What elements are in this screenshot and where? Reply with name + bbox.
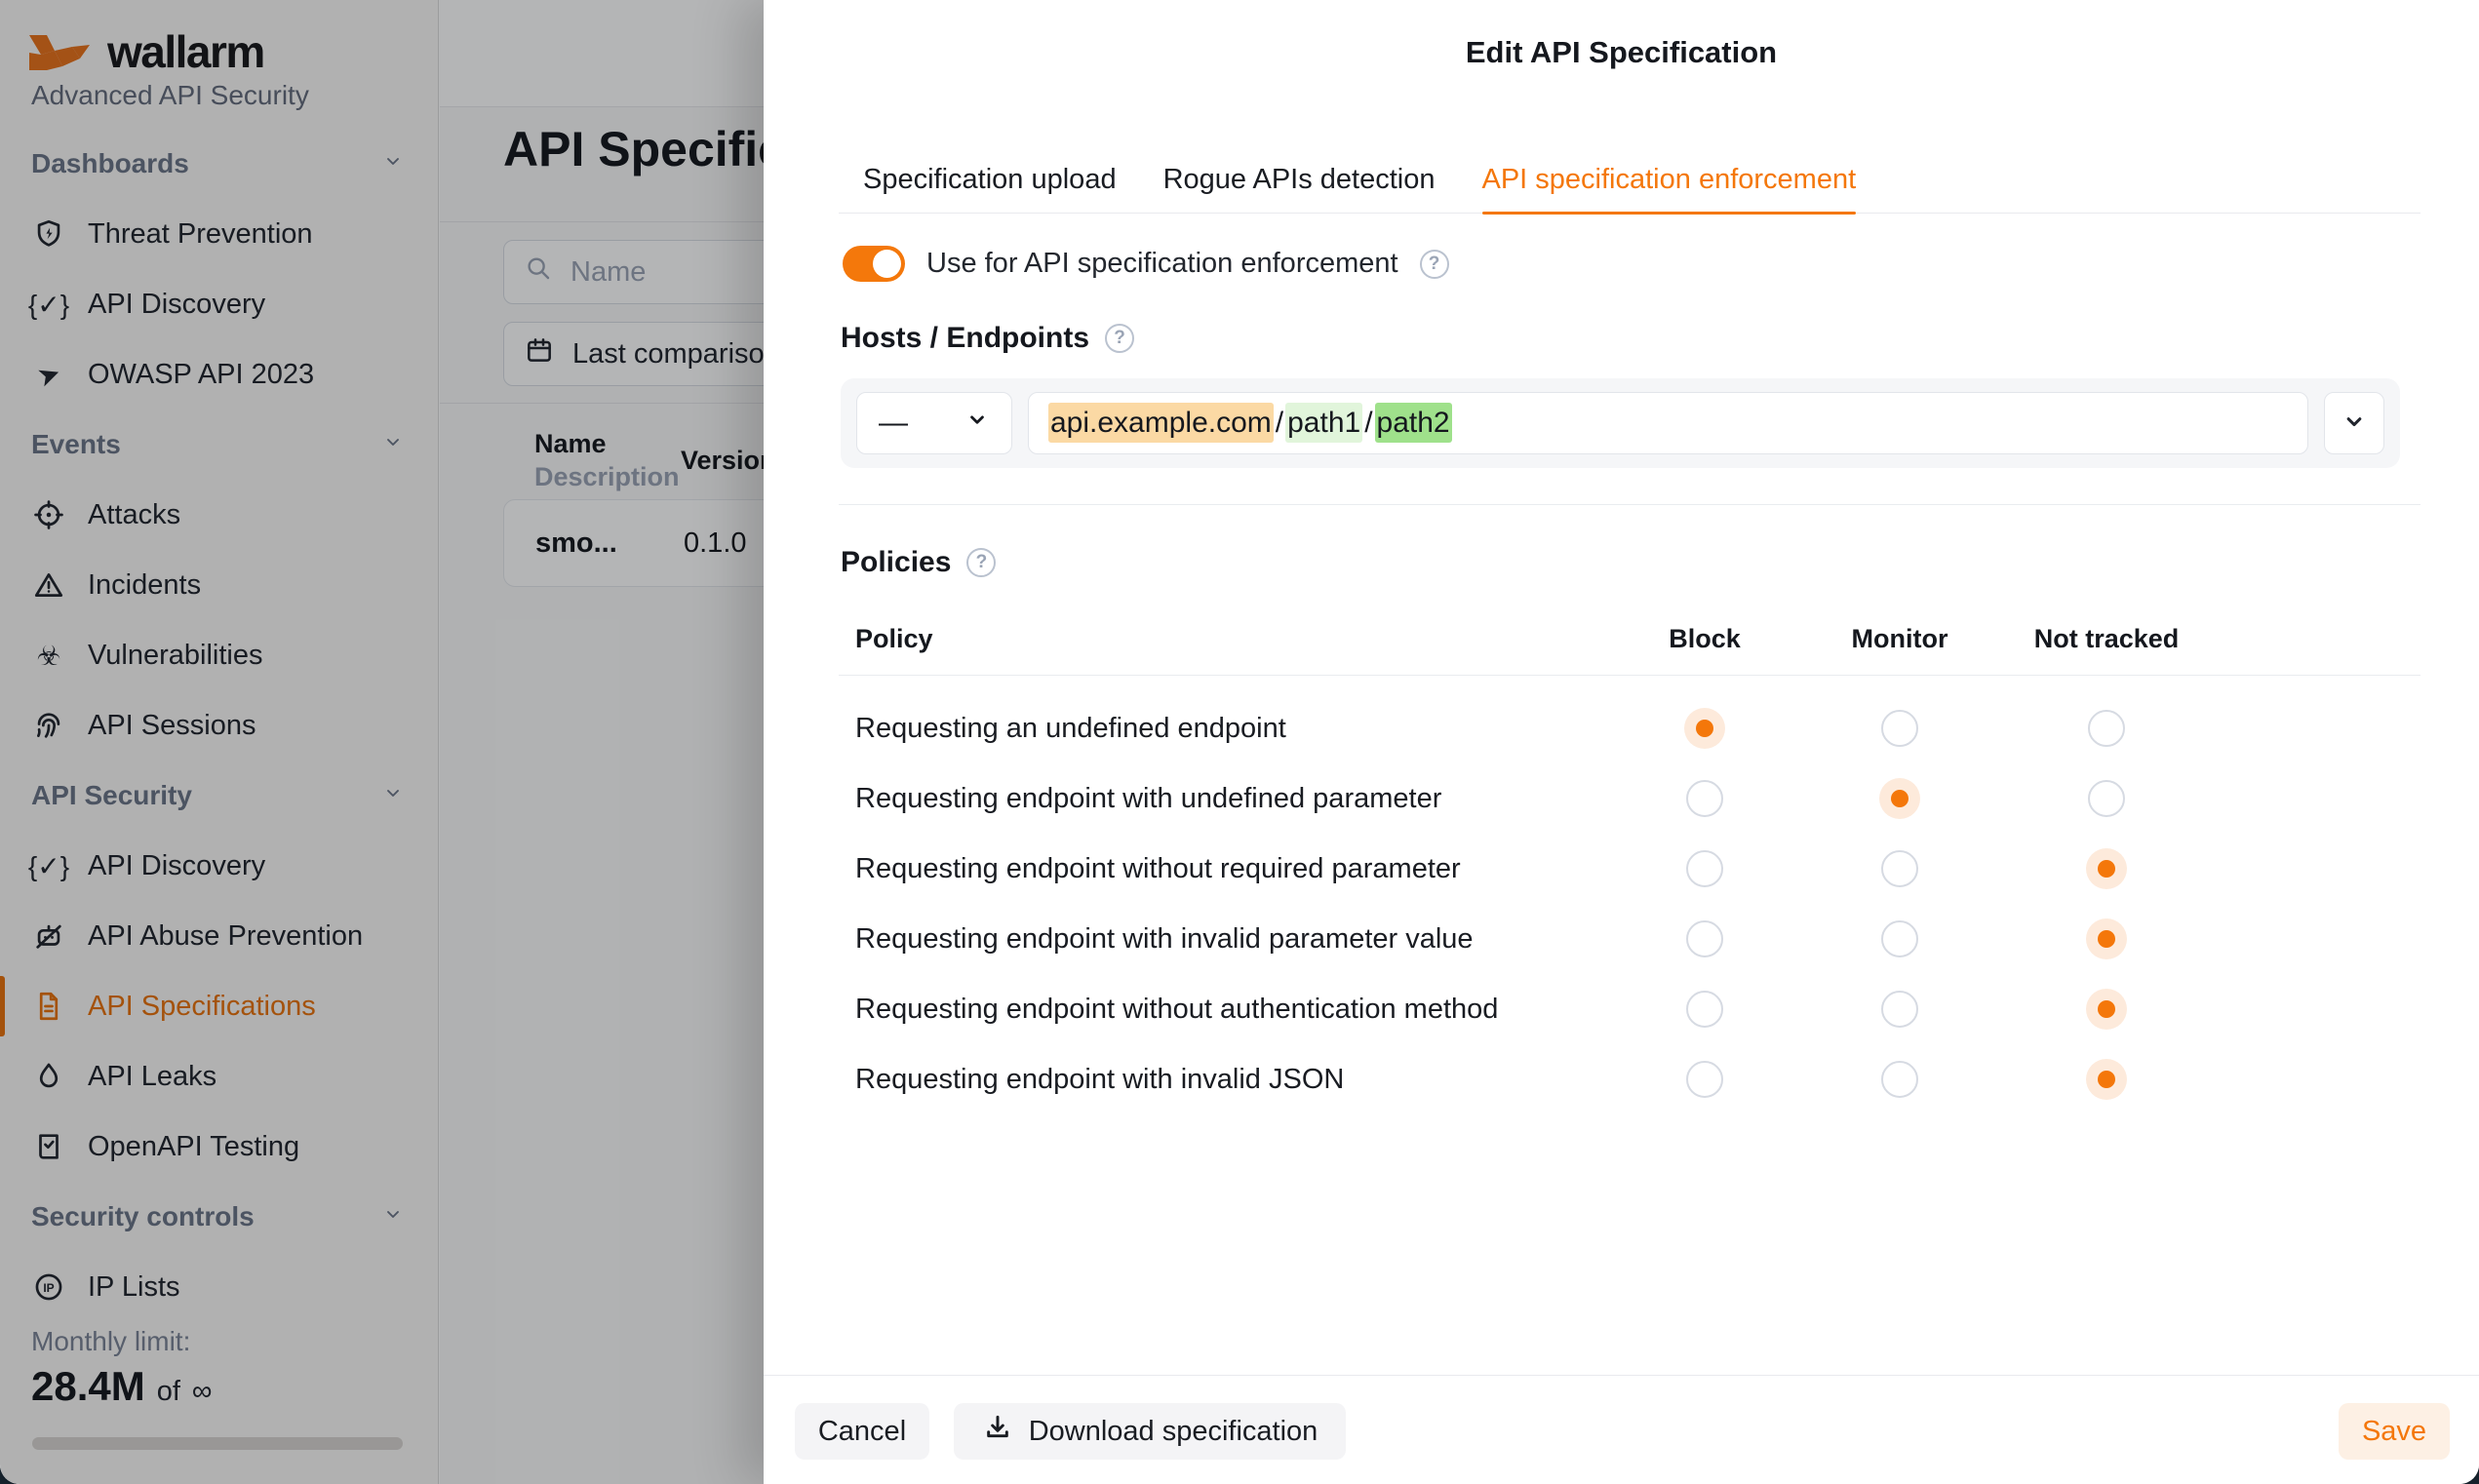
- policy-row: Requesting endpoint with invalid paramet…: [841, 904, 2420, 974]
- expand-endpoint-button[interactable]: [2324, 392, 2384, 454]
- tab-specification-upload[interactable]: Specification upload: [863, 158, 1117, 213]
- policies-heading: Policies ?: [841, 546, 996, 579]
- enforcement-toggle-row: Use for API specification enforcement ?: [843, 246, 1449, 282]
- radio-block[interactable]: [1670, 1044, 1740, 1114]
- policy-row: Requesting an undefined endpoint: [841, 693, 2420, 763]
- help-icon[interactable]: ?: [966, 548, 996, 577]
- modal-footer: Cancel Download specification Save: [764, 1375, 2479, 1484]
- policy-row: Requesting endpoint without required par…: [841, 834, 2420, 904]
- radio-not-tracked[interactable]: [2071, 834, 2142, 904]
- radio-block[interactable]: [1670, 904, 1740, 974]
- download-specification-button[interactable]: Download specification: [954, 1403, 1346, 1460]
- enforcement-toggle-label: Use for API specification enforcement: [926, 248, 1398, 280]
- help-icon[interactable]: ?: [1105, 324, 1134, 353]
- modal-backdrop[interactable]: [0, 0, 764, 1484]
- host-segment: path2: [1375, 403, 1452, 443]
- not-tracked-column-header: Not tracked: [2034, 624, 2180, 654]
- edit-api-specification-modal: Edit API Specification Specification upl…: [764, 0, 2479, 1484]
- download-icon: [982, 1412, 1013, 1451]
- radio-not-tracked[interactable]: [2071, 693, 2142, 763]
- tab-api-specification-enforcement[interactable]: API specification enforcement: [1482, 158, 1857, 213]
- radio-block[interactable]: [1670, 974, 1740, 1044]
- host-input-value: api.example.com/path1/path2: [1048, 407, 1452, 440]
- cancel-button[interactable]: Cancel: [795, 1403, 929, 1460]
- section-divider: [839, 504, 2420, 505]
- chevron-down-icon: [2341, 408, 2368, 440]
- modal-title: Edit API Specification: [764, 35, 2479, 70]
- block-column-header: Block: [1669, 624, 1741, 654]
- hosts-endpoints-heading: Hosts / Endpoints ?: [841, 322, 1134, 355]
- monitor-column-header: Monitor: [1852, 624, 1948, 654]
- host-endpoint-input[interactable]: api.example.com/path1/path2: [1028, 392, 2308, 454]
- radio-block[interactable]: [1670, 763, 1740, 834]
- table-header-divider: [839, 675, 2420, 676]
- host-segment: /: [1274, 403, 1285, 443]
- radio-block[interactable]: [1670, 693, 1740, 763]
- policy-column-header: Policy: [855, 624, 933, 654]
- chevron-down-icon: [964, 407, 990, 440]
- host-segment: api.example.com: [1048, 403, 1274, 443]
- radio-not-tracked[interactable]: [2071, 904, 2142, 974]
- policy-row: Requesting endpoint with invalid JSON: [841, 1044, 2420, 1114]
- host-segment: path1: [1285, 403, 1362, 443]
- radio-not-tracked[interactable]: [2071, 974, 2142, 1044]
- radio-monitor[interactable]: [1865, 693, 1935, 763]
- radio-monitor[interactable]: [1865, 974, 1935, 1044]
- radio-not-tracked[interactable]: [2071, 1044, 2142, 1114]
- radio-monitor[interactable]: [1865, 834, 1935, 904]
- policy-row: Requesting endpoint without authenticati…: [841, 974, 2420, 1044]
- tab-rogue-apis-detection[interactable]: Rogue APIs detection: [1163, 158, 1436, 213]
- policy-row: Requesting endpoint with undefined param…: [841, 763, 2420, 834]
- modal-tabs: Specification upload Rogue APIs detectio…: [839, 158, 2420, 214]
- host-segment: /: [1362, 403, 1374, 443]
- save-button[interactable]: Save: [2339, 1403, 2450, 1460]
- radio-monitor[interactable]: [1865, 904, 1935, 974]
- radio-monitor[interactable]: [1865, 763, 1935, 834]
- host-endpoint-row: — api.example.com/path1/path2: [841, 378, 2400, 468]
- help-icon[interactable]: ?: [1420, 250, 1449, 279]
- radio-monitor[interactable]: [1865, 1044, 1935, 1114]
- enforcement-toggle[interactable]: [843, 246, 905, 282]
- radio-not-tracked[interactable]: [2071, 763, 2142, 834]
- app-window: wallarm Advanced API Security Dashboards…: [0, 0, 2479, 1484]
- radio-block[interactable]: [1670, 834, 1740, 904]
- method-select[interactable]: —: [856, 392, 1012, 454]
